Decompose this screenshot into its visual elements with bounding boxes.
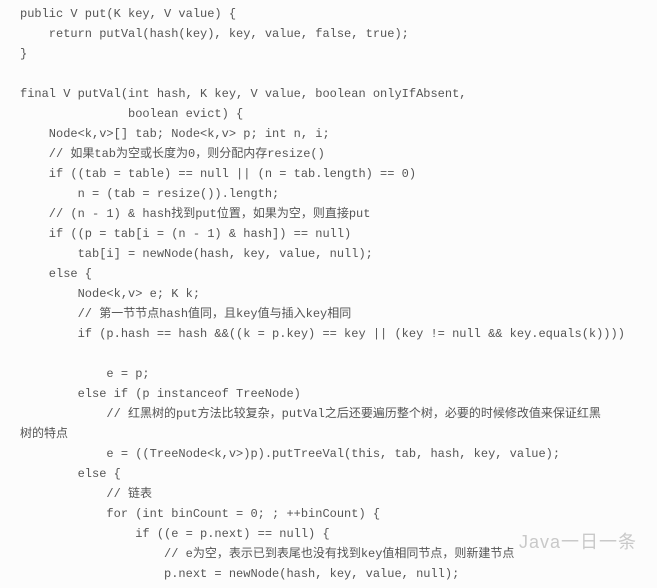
- code-line: // (n - 1) & hash找到put位置，如果为空，则直接put: [20, 204, 657, 224]
- code-line: if (p.hash == hash &&((k = p.key) == key…: [20, 324, 657, 344]
- code-line: return putVal(hash(key), key, value, fal…: [20, 24, 657, 44]
- watermark-text: Java一日一条: [519, 532, 637, 552]
- code-line: boolean evict) {: [20, 104, 657, 124]
- code-line: [20, 344, 657, 364]
- code-line: else {: [20, 264, 657, 284]
- code-line: tab[i] = newNode(hash, key, value, null)…: [20, 244, 657, 264]
- code-line: 树的特点: [20, 424, 657, 444]
- code-line: if ((tab = table) == null || (n = tab.le…: [20, 164, 657, 184]
- code-line: for (int binCount = 0; ; ++binCount) {: [20, 504, 657, 524]
- code-line: e = ((TreeNode<k,v>)p).putTreeVal(this, …: [20, 444, 657, 464]
- code-line: if ((p = tab[i = (n - 1) & hash]) == nul…: [20, 224, 657, 244]
- code-line: n = (tab = resize()).length;: [20, 184, 657, 204]
- code-line: e = p;: [20, 364, 657, 384]
- code-block: public V put(K key, V value) { return pu…: [20, 4, 657, 584]
- code-line: final V putVal(int hash, K key, V value,…: [20, 84, 657, 104]
- code-line: [20, 64, 657, 84]
- code-line: // 第一节节点hash值同，且key值与插入key相同: [20, 304, 657, 324]
- code-line: // 链表: [20, 484, 657, 504]
- code-line: }: [20, 44, 657, 64]
- code-line: public V put(K key, V value) {: [20, 4, 657, 24]
- code-line: // 如果tab为空或长度为0，则分配内存resize(): [20, 144, 657, 164]
- code-line: // 红黑树的put方法比较复杂，putVal之后还要遍历整个树，必要的时候修改…: [20, 404, 657, 424]
- code-line: p.next = newNode(hash, key, value, null)…: [20, 564, 657, 584]
- code-line: else if (p instanceof TreeNode): [20, 384, 657, 404]
- code-line: Node<k,v> e; K k;: [20, 284, 657, 304]
- code-line: Node<k,v>[] tab; Node<k,v> p; int n, i;: [20, 124, 657, 144]
- code-line: else {: [20, 464, 657, 484]
